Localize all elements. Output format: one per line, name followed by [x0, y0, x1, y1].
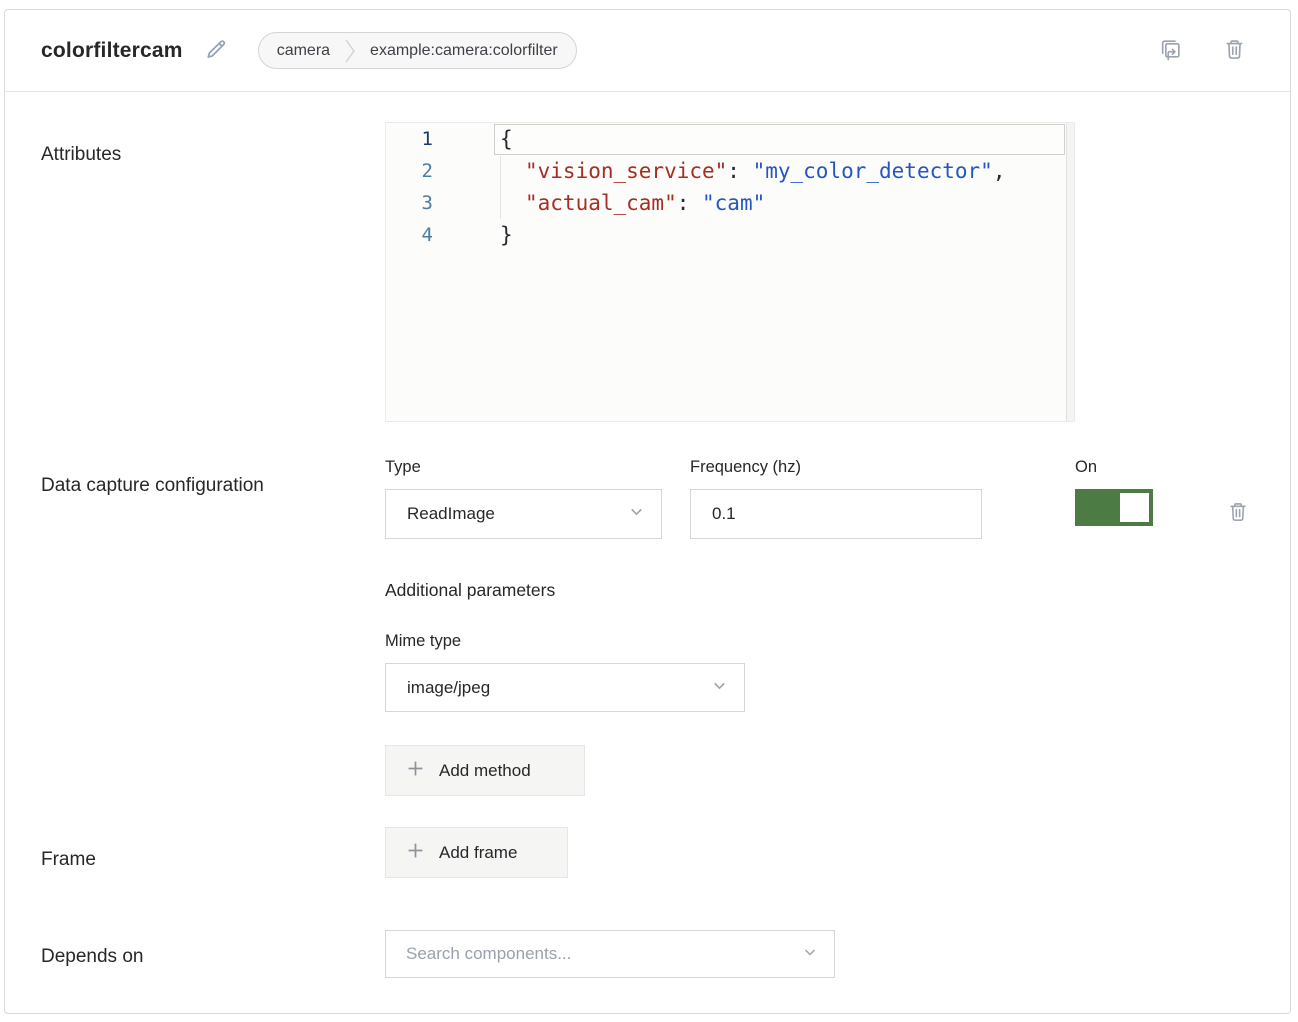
- add-frame-button[interactable]: Add frame: [385, 827, 568, 878]
- code-line: 2 "vision_service": "my_color_detector",: [386, 155, 1074, 187]
- component-name: colorfiltercam: [41, 39, 183, 63]
- on-label: On: [1075, 457, 1153, 477]
- depends-on-row: Depends on Search components...: [41, 930, 1254, 978]
- mime-type-select[interactable]: image/jpeg: [385, 663, 745, 712]
- header-actions: [1158, 37, 1246, 65]
- code-line-content: {: [453, 123, 513, 155]
- attributes-label: Attributes: [41, 122, 385, 422]
- capture-method-fields: Type ReadImage Frequency (hz): [385, 457, 1254, 539]
- attributes-json-editor[interactable]: 1 { 2 "vision_service": "my_color_detect…: [385, 122, 1075, 422]
- delete-component-button[interactable]: [1223, 38, 1246, 64]
- code-line-content: }: [453, 219, 513, 251]
- capture-type-field: Type ReadImage: [385, 457, 662, 539]
- component-config-card: colorfiltercam camera example:camera:col…: [4, 9, 1291, 1014]
- duplicate-button[interactable]: [1158, 37, 1183, 65]
- frame-row: Frame Add frame: [41, 827, 1254, 878]
- line-number: 2: [386, 155, 453, 187]
- card-header: colorfiltercam camera example:camera:col…: [5, 10, 1290, 92]
- capture-on-field: On: [1075, 457, 1153, 526]
- chevron-down-icon: [802, 944, 818, 965]
- trash-icon: [1227, 501, 1249, 526]
- depends-on-select[interactable]: Search components...: [385, 930, 835, 978]
- trash-icon: [1223, 38, 1246, 64]
- capture-type-select[interactable]: ReadImage: [385, 489, 662, 539]
- capture-on-toggle[interactable]: [1075, 489, 1153, 526]
- type-label: Type: [385, 457, 662, 477]
- line-number: 3: [386, 187, 453, 219]
- breadcrumb-model: example:camera:colorfilter: [357, 33, 576, 68]
- breadcrumb-type: camera: [259, 33, 343, 68]
- line-number: 4: [386, 219, 453, 251]
- code-line-content: "actual_cam": "cam": [453, 187, 765, 219]
- rename-button[interactable]: [205, 38, 228, 64]
- toggle-knob: [1120, 493, 1149, 522]
- card-body: Attributes 1 { 2 "vision_service": "my_c…: [5, 92, 1290, 1011]
- chevron-down-icon: [711, 677, 728, 699]
- line-number: 1: [386, 123, 453, 155]
- plus-icon: [407, 760, 424, 782]
- frame-label: Frame: [41, 827, 385, 878]
- chevron-right-icon: [343, 38, 357, 64]
- code-line: 3 "actual_cam": "cam": [386, 187, 1074, 219]
- add-method-button[interactable]: Add method: [385, 745, 585, 796]
- depends-on-placeholder: Search components...: [406, 944, 571, 964]
- frequency-label: Frequency (hz): [690, 457, 982, 477]
- duplicate-icon: [1158, 37, 1183, 65]
- add-frame-label: Add frame: [439, 843, 517, 863]
- pencil-icon: [205, 38, 228, 64]
- code-line: 4 }: [386, 219, 1074, 251]
- mime-type-value: image/jpeg: [407, 678, 490, 698]
- data-capture-row: Data capture configuration Type ReadImag…: [41, 457, 1254, 796]
- delete-capture-method-button[interactable]: [1227, 501, 1249, 526]
- frequency-input[interactable]: [690, 489, 982, 539]
- attributes-row: Attributes 1 { 2 "vision_service": "my_c…: [41, 122, 1254, 422]
- mime-type-label: Mime type: [385, 631, 1254, 651]
- capture-type-value: ReadImage: [407, 504, 495, 524]
- chevron-down-icon: [628, 503, 645, 525]
- add-method-label: Add method: [439, 761, 531, 781]
- code-line-content: "vision_service": "my_color_detector",: [453, 155, 1005, 187]
- component-type-breadcrumb: camera example:camera:colorfilter: [258, 32, 577, 69]
- editor-scrollbar[interactable]: [1066, 123, 1074, 421]
- frequency-field: Frequency (hz): [690, 457, 982, 539]
- depends-on-label: Depends on: [41, 930, 385, 978]
- additional-parameters-label: Additional parameters: [385, 580, 1254, 601]
- data-capture-label: Data capture configuration: [41, 457, 385, 796]
- code-line: 1 {: [386, 123, 1074, 155]
- plus-icon: [407, 842, 424, 864]
